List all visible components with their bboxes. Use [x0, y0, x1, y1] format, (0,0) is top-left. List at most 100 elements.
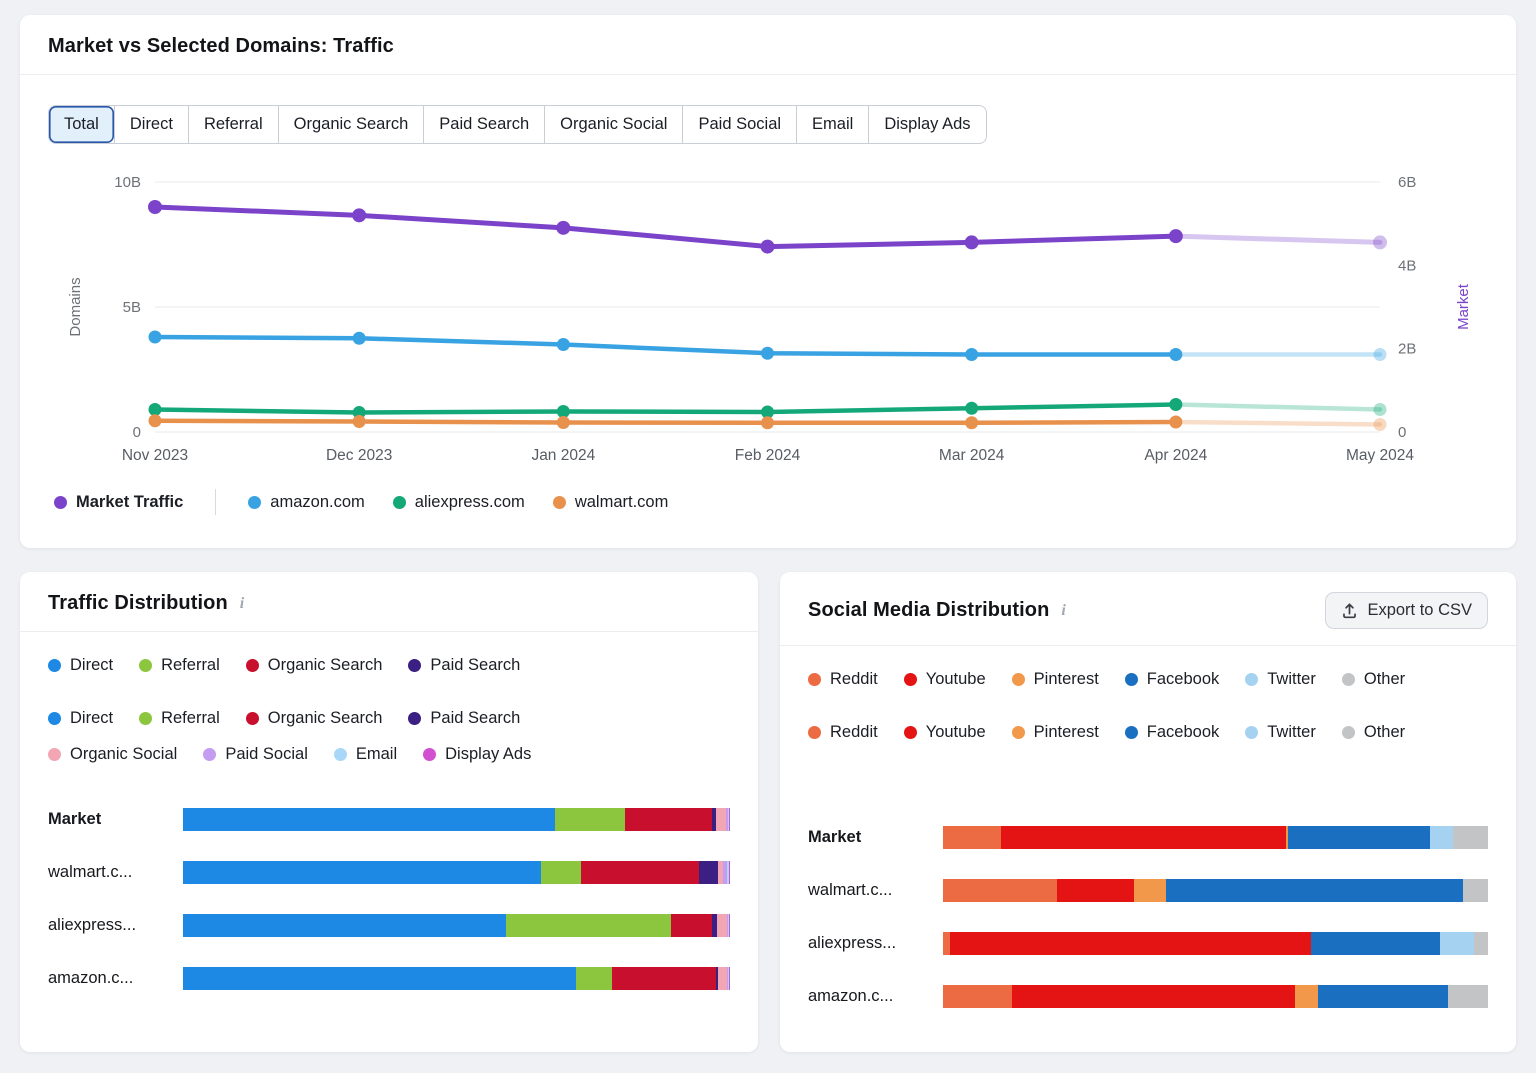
- bar-segment-direct: [183, 861, 541, 884]
- bar-segment-youtube: [1001, 826, 1286, 849]
- panel-title: Social Media Distribution: [808, 599, 1049, 622]
- market-vs-domains-card: Market vs Selected Domains: Traffic Tota…: [20, 15, 1516, 548]
- legend-dot-direct: [48, 712, 61, 725]
- legend-item-direct: Direct: [48, 709, 113, 728]
- series-line-forecast-aliexpress-com: [1176, 405, 1380, 410]
- stacked-bar: [183, 914, 730, 937]
- legend-dot-paid-search: [408, 712, 421, 725]
- bar-segment-organic-social: [716, 808, 726, 831]
- legend-label: walmart.com: [575, 493, 669, 512]
- bar-segment-organic-search: [581, 861, 700, 884]
- legend-row: Organic SocialPaid SocialEmailDisplay Ad…: [48, 745, 730, 764]
- export-to-csv-button[interactable]: Export to CSV: [1325, 592, 1488, 629]
- legend-label: Youtube: [926, 723, 986, 742]
- legend-item-market-traffic[interactable]: Market Traffic: [54, 493, 183, 512]
- legend-label: Organic Search: [268, 709, 383, 728]
- legend-label: Paid Search: [430, 656, 520, 675]
- bar-row-label: walmart.c...: [808, 881, 943, 900]
- series-line-forecast-market-traffic: [1176, 236, 1380, 242]
- legend-dot-organic-search: [246, 659, 259, 672]
- legend-dot-twitter: [1245, 726, 1258, 739]
- x-axis-label: May 2024: [1346, 447, 1414, 464]
- legend-item-aliexpress-com[interactable]: aliexpress.com: [393, 493, 525, 512]
- legend-label: Direct: [70, 709, 113, 728]
- legend-label: Reddit: [830, 723, 878, 742]
- legend-item-twitter: Twitter: [1245, 670, 1316, 689]
- distribution-bar-row-walmart-c: walmart.c...: [48, 861, 730, 884]
- bar-segment-display-ads: [729, 861, 730, 884]
- bar-segment-other: [1474, 932, 1488, 955]
- traffic-legend: Direct Referral Organic Search Paid Search D…: [48, 656, 730, 764]
- social-media-distribution-card: Social Media Distribution i Export to CS…: [780, 572, 1516, 1052]
- data-point-market-traffic: [965, 235, 979, 249]
- bar-segment-other: [1463, 879, 1488, 902]
- data-point-amazon-com: [965, 348, 978, 361]
- bar-row-label: aliexpress...: [808, 934, 943, 953]
- tab-organic-search[interactable]: Organic Search: [278, 106, 424, 143]
- bar-segment-facebook: [1166, 879, 1464, 902]
- bar-segment-pinterest: [1295, 985, 1318, 1008]
- line-chart-legend: Market Traffic amazon.com aliexpress.com wa…: [54, 489, 1516, 515]
- data-point-market-traffic: [761, 240, 775, 254]
- legend-item-pinterest: Pinterest: [1012, 670, 1099, 689]
- series-line-market-traffic: [155, 207, 1176, 247]
- distribution-bar-row-market: Market: [808, 826, 1488, 849]
- bar-segment-other: [1448, 985, 1488, 1008]
- tab-organic-social[interactable]: Organic Social: [544, 106, 682, 143]
- bar-segment-organic-social: [717, 914, 727, 937]
- legend-item-email: Email: [334, 745, 397, 764]
- left-axis-tick: 0: [133, 424, 141, 441]
- legend-label: Display Ads: [445, 745, 531, 764]
- legend-item-twitter: Twitter: [1245, 723, 1316, 742]
- bar-segment-display-ads: [729, 914, 730, 937]
- bar-segment-direct: [183, 967, 576, 990]
- tab-paid-search[interactable]: Paid Search: [423, 106, 544, 143]
- data-point-walmart-com: [557, 416, 570, 429]
- bar-segment-youtube: [1057, 879, 1133, 902]
- legend-item-amazon-com[interactable]: amazon.com: [248, 493, 364, 512]
- tab-direct[interactable]: Direct: [114, 106, 188, 143]
- info-icon[interactable]: i: [238, 595, 246, 613]
- tab-email[interactable]: Email: [796, 106, 868, 143]
- legend-item-other: Other: [1342, 723, 1405, 742]
- legend-dot-youtube: [904, 726, 917, 739]
- legend-label: Referral: [161, 709, 220, 728]
- data-point-amazon-com: [353, 332, 366, 345]
- legend-label: Organic Social: [70, 745, 177, 764]
- bar-segment-reddit: [943, 879, 1057, 902]
- legend-item-organic-search: Organic Search: [246, 709, 383, 728]
- legend-dot-display-ads: [423, 748, 436, 761]
- stacked-bar: [183, 967, 730, 990]
- distribution-bar-row-walmart-c: walmart.c...: [808, 879, 1488, 902]
- legend-dot-twitter: [1245, 673, 1258, 686]
- bar-segment-reddit: [943, 826, 1001, 849]
- distribution-bar-row-aliexpress: aliexpress...: [48, 914, 730, 937]
- distribution-bar-row-aliexpress: aliexpress...: [808, 932, 1488, 955]
- legend-item-walmart-com[interactable]: walmart.com: [553, 493, 669, 512]
- legend-label: aliexpress.com: [415, 493, 525, 512]
- bar-row-label: Market: [808, 828, 943, 847]
- legend-label: Direct: [70, 656, 113, 675]
- left-axis-tick: 5B: [123, 299, 141, 316]
- tab-display-ads[interactable]: Display Ads: [868, 106, 985, 143]
- x-axis-label: Jan 2024: [531, 447, 595, 464]
- traffic-distribution-card: Traffic Distribution i DirectReferralOrg…: [20, 572, 758, 1052]
- bar-row-label: amazon.c...: [808, 987, 943, 1006]
- bar-segment-direct: [183, 808, 555, 831]
- left-axis-tick: 10B: [114, 174, 141, 191]
- tab-referral[interactable]: Referral: [188, 106, 278, 143]
- left-axis-title: Domains: [67, 277, 84, 336]
- right-axis-title: Market: [1455, 283, 1472, 330]
- legend-dot-other: [1342, 673, 1355, 686]
- tab-paid-social[interactable]: Paid Social: [682, 106, 796, 143]
- data-point-aliexpress-com: [149, 403, 162, 416]
- tab-total[interactable]: Total: [49, 106, 114, 143]
- bar-segment-organic-search: [625, 808, 713, 831]
- x-axis-label: Mar 2024: [939, 447, 1005, 464]
- stacked-bar: [943, 932, 1488, 955]
- legend-item-facebook: Facebook: [1125, 723, 1219, 742]
- info-icon[interactable]: i: [1059, 602, 1067, 620]
- bar-segment-facebook: [1318, 985, 1448, 1008]
- legend-label: Twitter: [1267, 670, 1316, 689]
- bar-segment-twitter: [1440, 932, 1474, 955]
